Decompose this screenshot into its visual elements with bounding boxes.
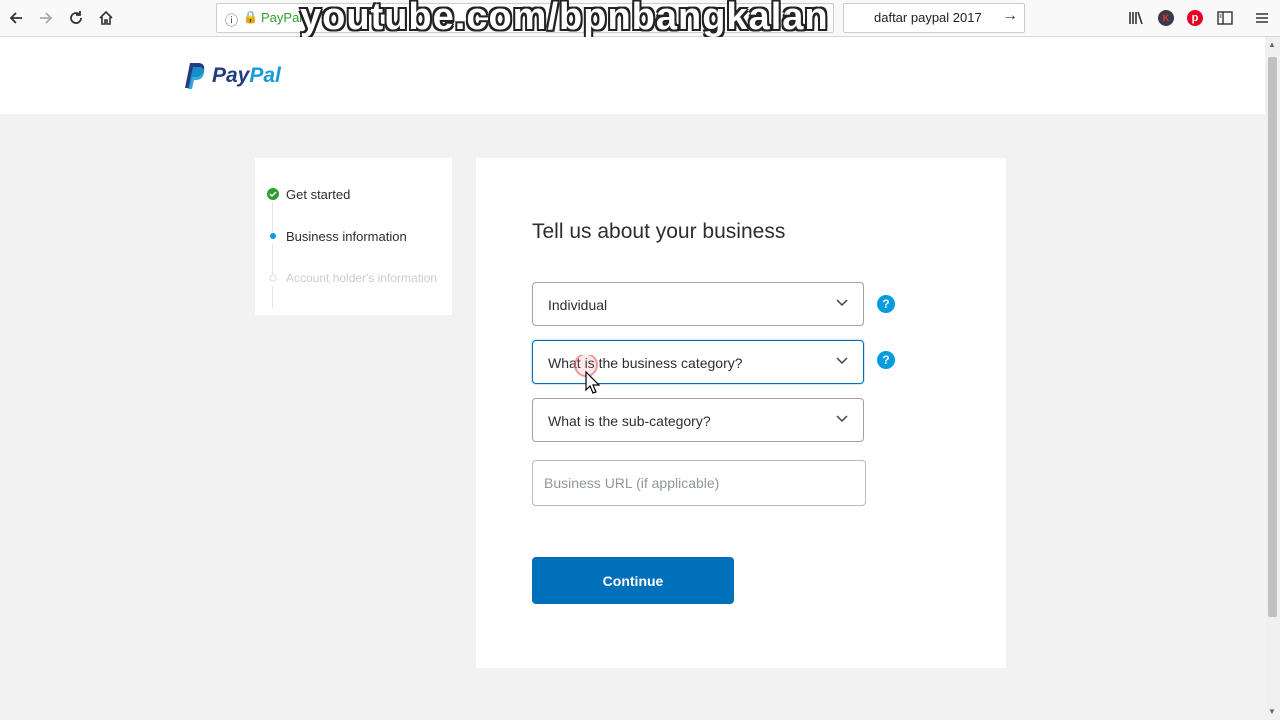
pinterest-icon[interactable]: p: [1185, 8, 1205, 28]
search-go-icon[interactable]: →: [1002, 7, 1018, 25]
step-label: Business information: [286, 228, 407, 244]
search-bar[interactable]: daftar paypal 2017 →: [843, 3, 1025, 33]
help-icon[interactable]: ?: [877, 295, 895, 313]
business-type-value: Individual: [548, 297, 608, 313]
scroll-up-icon[interactable]: ▲: [1268, 40, 1276, 49]
check-circle-icon: [267, 188, 279, 200]
business-url-input[interactable]: [532, 460, 866, 506]
library-icon[interactable]: [1126, 8, 1146, 28]
signup-steps: Get started Business information Account…: [255, 158, 452, 315]
page-title: Tell us about your business: [532, 220, 786, 243]
video-watermark: youtube.com/bpnbangkalan: [300, 0, 829, 38]
paypal-p-icon: [185, 62, 207, 90]
paypal-logo[interactable]: PayPal: [185, 62, 281, 90]
chevron-down-icon: [836, 299, 848, 307]
sub-category-value: What is the sub-category?: [548, 413, 711, 429]
chevron-down-icon: [836, 415, 848, 423]
step-get-started[interactable]: Get started: [267, 184, 350, 204]
continue-button[interactable]: Continue: [532, 557, 734, 604]
home-icon[interactable]: [94, 6, 118, 30]
upcoming-step-circle-icon: [267, 272, 279, 284]
business-form-card: Tell us about your business Individual ?…: [476, 158, 1006, 668]
search-text: daftar paypal 2017: [874, 10, 982, 25]
chevron-down-icon: [836, 357, 848, 365]
step-label: Get started: [286, 186, 351, 202]
back-icon[interactable]: [4, 6, 28, 30]
menu-icon[interactable]: [1252, 8, 1272, 28]
help-icon[interactable]: ?: [877, 351, 895, 369]
browser-toolbar: ⓘ 🔒 PayPal, I daftar paypal 2017 → youtu…: [0, 0, 1280, 38]
step-account-holder: Account holder's information: [267, 268, 437, 288]
lock-icon: 🔒: [243, 10, 258, 24]
business-type-select[interactable]: Individual: [532, 282, 864, 326]
paypal-wordmark: PayPal: [212, 64, 281, 87]
sidebar-icon[interactable]: [1215, 8, 1235, 28]
reload-icon[interactable]: [64, 6, 88, 30]
step-connector: [272, 286, 273, 308]
info-icon[interactable]: ⓘ: [225, 10, 238, 29]
sub-category-select[interactable]: What is the sub-category?: [532, 398, 864, 442]
forward-icon[interactable]: [34, 6, 58, 30]
scroll-thumb[interactable]: [1268, 57, 1277, 617]
page-scrollbar[interactable]: ▲ ▼: [1265, 37, 1280, 720]
extension-k-icon[interactable]: K: [1156, 8, 1176, 28]
current-step-dot-icon: [267, 230, 279, 242]
step-business-information: Business information: [267, 226, 407, 246]
mouse-cursor-icon: [573, 353, 603, 400]
step-label: Account holder's information: [286, 271, 438, 285]
site-header: PayPal: [0, 37, 1265, 114]
scroll-down-icon[interactable]: ▼: [1268, 707, 1276, 716]
